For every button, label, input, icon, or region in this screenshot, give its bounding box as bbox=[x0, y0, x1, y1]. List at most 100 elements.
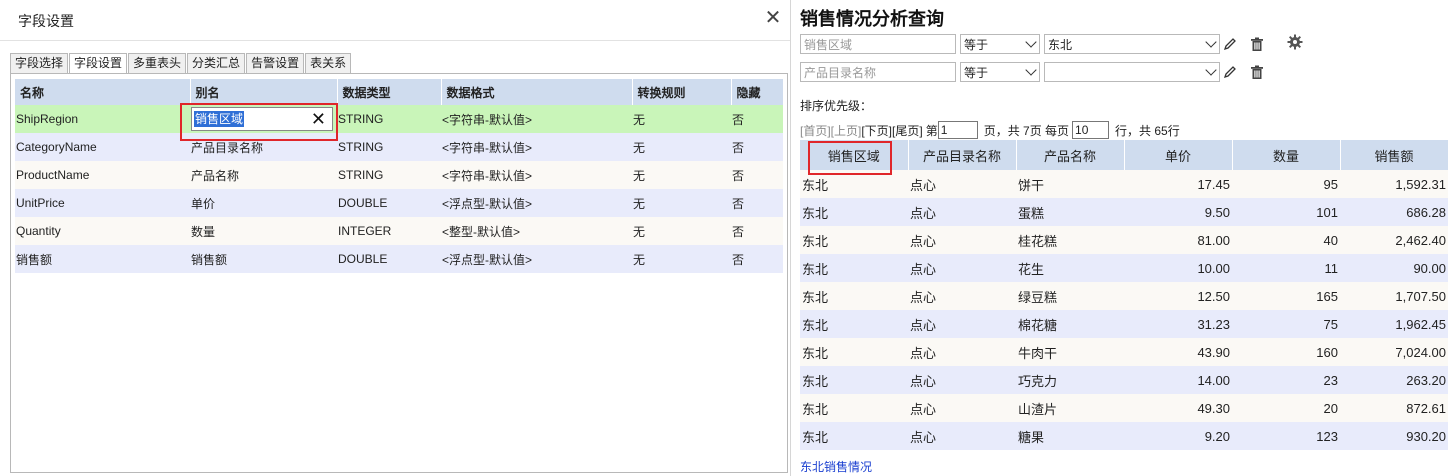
tab-multi-header[interactable]: 多重表头 bbox=[128, 53, 187, 73]
table-row[interactable]: Quantity 数量 INTEGER <整型-默认值> 无 否 bbox=[15, 217, 783, 245]
conversion-rule-cell[interactable]: 无 bbox=[632, 245, 731, 273]
filter-value-select[interactable] bbox=[1044, 62, 1220, 82]
product-cell: 山渣片 bbox=[1016, 394, 1124, 422]
pencil-icon[interactable] bbox=[1222, 64, 1238, 80]
data-format-cell[interactable]: <字符串-默认值> bbox=[441, 133, 632, 161]
tab-table-relations[interactable]: 表关系 bbox=[305, 53, 352, 73]
col-header-unit-price[interactable]: 单价 bbox=[1124, 140, 1233, 170]
category-cell: 点心 bbox=[908, 282, 1016, 310]
region-cell: 东北 bbox=[800, 282, 908, 310]
unit-price-cell: 43.90 bbox=[1124, 338, 1232, 366]
quantity-cell: 95 bbox=[1232, 170, 1340, 198]
col-header-region[interactable]: 销售区域 bbox=[800, 140, 909, 170]
table-row: 东北 点心 蛋糕 9.50 101 686.28 bbox=[800, 198, 1448, 226]
col-header-product[interactable]: 产品名称 bbox=[1016, 140, 1125, 170]
hidden-cell[interactable]: 否 bbox=[731, 217, 783, 245]
region-cell: 东北 bbox=[800, 366, 908, 394]
table-row[interactable]: UnitPrice 单价 DOUBLE <浮点型-默认值> 无 否 bbox=[15, 189, 783, 217]
table-row[interactable]: ProductName 产品名称 STRING <字符串-默认值> 无 否 bbox=[15, 161, 783, 189]
data-type-cell[interactable]: STRING bbox=[337, 105, 441, 133]
data-type-cell[interactable]: DOUBLE bbox=[337, 245, 441, 273]
data-type-cell[interactable]: INTEGER bbox=[337, 217, 441, 245]
gear-icon[interactable] bbox=[1287, 34, 1303, 50]
table-row[interactable]: CategoryName 产品目录名称 STRING <字符串-默认值> 无 否 bbox=[15, 133, 783, 161]
pencil-icon[interactable] bbox=[1222, 36, 1238, 52]
alias-cell: 销售区域 ✕ bbox=[190, 105, 337, 133]
col-header-name: 名称 bbox=[15, 79, 191, 105]
last-page-link[interactable]: [尾页] bbox=[892, 122, 923, 139]
alias-cell[interactable]: 产品名称 bbox=[190, 161, 337, 189]
category-cell: 点心 bbox=[908, 198, 1016, 226]
tab-field-settings[interactable]: 字段设置 bbox=[69, 53, 128, 74]
trash-icon[interactable] bbox=[1249, 64, 1265, 80]
first-page-link[interactable]: [首页] bbox=[800, 122, 831, 139]
table-row: 东北 点心 棉花糖 31.23 75 1,962.45 bbox=[800, 310, 1448, 338]
table-row[interactable]: ShipRegion 销售区域 ✕ STRING <字符串-默认值> 无 否 bbox=[15, 105, 783, 133]
region-cell: 东北 bbox=[800, 198, 908, 226]
product-cell: 蛋糕 bbox=[1016, 198, 1124, 226]
filter-operator-select[interactable]: 等于 bbox=[960, 34, 1040, 54]
alias-cell[interactable]: 单价 bbox=[190, 189, 337, 217]
sales-cell: 1,707.50 bbox=[1340, 282, 1448, 310]
conversion-rule-cell[interactable]: 无 bbox=[632, 161, 731, 189]
page-number-input[interactable]: 1 bbox=[937, 121, 978, 139]
region-cell: 东北 bbox=[800, 394, 908, 422]
hidden-cell[interactable]: 否 bbox=[731, 105, 783, 133]
data-format-cell[interactable]: <浮点型-默认值> bbox=[441, 189, 632, 217]
data-format-cell[interactable]: <整型-默认值> bbox=[441, 217, 632, 245]
category-cell: 点心 bbox=[908, 366, 1016, 394]
sales-cell: 872.61 bbox=[1340, 394, 1448, 422]
filter-field-region[interactable]: 销售区域 bbox=[800, 34, 956, 54]
conversion-rule-cell[interactable]: 无 bbox=[632, 189, 731, 217]
region-cell: 东北 bbox=[800, 170, 908, 198]
product-cell: 糖果 bbox=[1016, 422, 1124, 450]
sales-cell: 686.28 bbox=[1340, 198, 1448, 226]
category-cell: 点心 bbox=[908, 170, 1016, 198]
hidden-cell[interactable]: 否 bbox=[731, 245, 783, 273]
col-header-sales[interactable]: 销售额 bbox=[1340, 140, 1449, 170]
hidden-cell[interactable]: 否 bbox=[731, 189, 783, 217]
region-sales-link[interactable]: 东北销售情况 bbox=[800, 458, 872, 475]
tab-field-select[interactable]: 字段选择 bbox=[10, 53, 69, 73]
conversion-rule-cell[interactable]: 无 bbox=[632, 105, 731, 133]
table-row[interactable]: 销售额 销售额 DOUBLE <浮点型-默认值> 无 否 bbox=[15, 245, 783, 273]
category-cell: 点心 bbox=[908, 254, 1016, 282]
alias-input[interactable]: 销售区域 ✕ bbox=[191, 107, 333, 131]
filter-operator-select[interactable]: 等于 bbox=[960, 62, 1040, 82]
tab-group-summary[interactable]: 分类汇总 bbox=[187, 53, 246, 73]
data-format-cell[interactable]: <浮点型-默认值> bbox=[441, 245, 632, 273]
col-header-quantity[interactable]: 数量 bbox=[1232, 140, 1341, 170]
next-page-link[interactable]: [下页] bbox=[861, 122, 892, 139]
data-type-cell[interactable]: STRING bbox=[337, 161, 441, 189]
data-format-cell[interactable]: <字符串-默认值> bbox=[441, 105, 632, 133]
hidden-cell[interactable]: 否 bbox=[731, 161, 783, 189]
conversion-rule-cell[interactable]: 无 bbox=[632, 133, 731, 161]
per-page-input[interactable]: 10 bbox=[1072, 121, 1110, 139]
hidden-cell[interactable]: 否 bbox=[731, 133, 783, 161]
trash-icon[interactable] bbox=[1249, 36, 1265, 52]
prev-page-link[interactable]: [上页] bbox=[831, 122, 862, 139]
col-header-alias: 别名 bbox=[190, 79, 338, 105]
clear-icon[interactable]: ✕ bbox=[311, 109, 326, 129]
data-format-cell[interactable]: <字符串-默认值> bbox=[441, 161, 632, 189]
sales-report: 销售情况分析查询 销售区域 等于 东北 产品目录名称 等于 排序优先级： [首页… bbox=[790, 0, 1450, 476]
conversion-rule-cell[interactable]: 无 bbox=[632, 217, 731, 245]
table-header-row: 销售区域 产品目录名称 产品名称 单价 数量 销售额 bbox=[800, 140, 1449, 170]
category-cell: 点心 bbox=[908, 422, 1016, 450]
total-rows-text: 行，共 65行 bbox=[1115, 123, 1180, 138]
alias-cell[interactable]: 产品目录名称 bbox=[190, 133, 337, 161]
alias-cell[interactable]: 数量 bbox=[190, 217, 337, 245]
col-header-category[interactable]: 产品目录名称 bbox=[908, 140, 1017, 170]
filter-value-select[interactable]: 东北 bbox=[1044, 34, 1220, 54]
alias-cell[interactable]: 销售额 bbox=[190, 245, 337, 273]
tab-alert-settings[interactable]: 告警设置 bbox=[246, 53, 305, 73]
pagination: [首页] [上页] [下页] [尾页] 第 1 页，共 7页 每页 10 行，共… bbox=[800, 121, 1180, 139]
filter-field-category[interactable]: 产品目录名称 bbox=[800, 62, 956, 82]
product-cell: 巧克力 bbox=[1016, 366, 1124, 394]
table-row: 东北 点心 花生 10.00 11 90.00 bbox=[800, 254, 1448, 282]
close-icon[interactable]: ✕ bbox=[763, 8, 783, 28]
data-type-cell[interactable]: DOUBLE bbox=[337, 189, 441, 217]
unit-price-cell: 49.30 bbox=[1124, 394, 1232, 422]
data-type-cell[interactable]: STRING bbox=[337, 133, 441, 161]
field-settings-panel: 名称 别名 数据类型 数据格式 转换规则 隐藏 ShipRegion 销售区域 … bbox=[10, 73, 788, 473]
